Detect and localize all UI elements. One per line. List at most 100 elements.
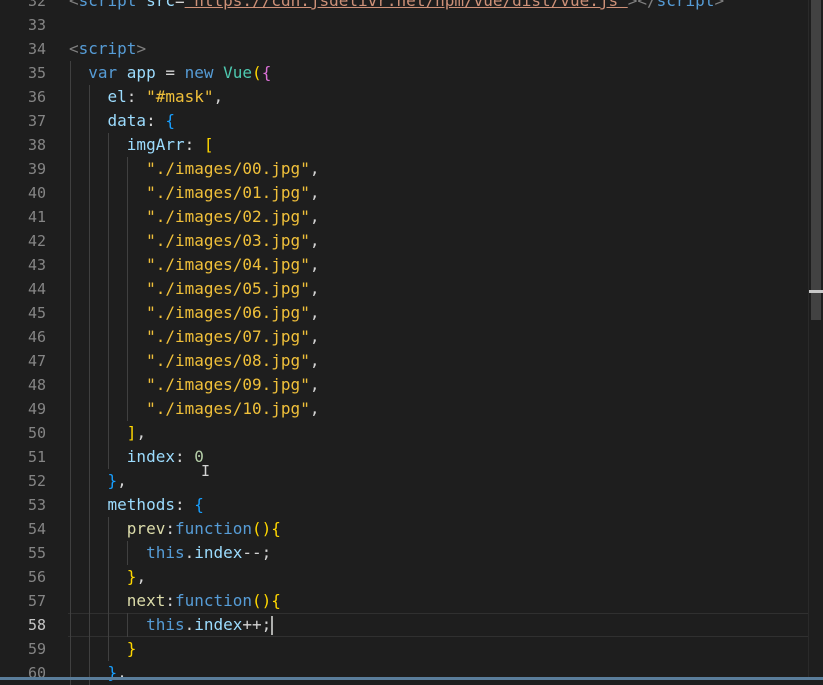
code-token: }	[69, 639, 137, 658]
code-line[interactable]: 39 "./images/00.jpg",	[0, 157, 816, 181]
code-line[interactable]: 44 "./images/05.jpg",	[0, 277, 816, 301]
code-line[interactable]: 47 "./images/08.jpg",	[0, 349, 816, 373]
code-line[interactable]: 45 "./images/06.jpg",	[0, 301, 816, 325]
code-token: {	[271, 519, 281, 538]
code-token: >	[714, 0, 725, 10]
scrollbar-thumb[interactable]	[811, 0, 821, 320]
code-text: "./images/00.jpg",	[69, 157, 319, 181]
code-line[interactable]: 58 this.index++;	[0, 613, 816, 637]
code-line[interactable]: 54 prev:function(){	[0, 517, 816, 541]
line-number: 43	[27, 256, 46, 274]
code-token: ,	[136, 567, 147, 586]
code-text: }	[69, 637, 137, 661]
code-token: (	[252, 63, 262, 82]
code-line[interactable]: 32 <script src="https://cdn.jsdelivr.net/…	[0, 0, 816, 13]
code-token: :	[174, 495, 195, 514]
code-token: "./images/09.jpg"	[69, 375, 310, 394]
code-token: --;	[242, 543, 272, 562]
code-line[interactable]: 55 this.index--;	[0, 541, 816, 565]
line-number: 58	[27, 616, 46, 634]
code-token: "https://cdn.jsdelivr.net/npm/vue/dist/v…	[184, 0, 628, 10]
code-text: "./images/04.jpg",	[69, 253, 319, 277]
code-line[interactable]: 35 var app = new Vue({	[0, 61, 816, 85]
line-number: 54	[27, 520, 46, 538]
code-line[interactable]: 53 methods: {	[0, 493, 816, 517]
code-token: <	[69, 39, 79, 58]
code-token: [	[203, 135, 214, 154]
code-line[interactable]: 49 "./images/10.jpg",	[0, 397, 816, 421]
code-token: >	[136, 39, 147, 58]
code-text: "./images/07.jpg",	[69, 325, 319, 349]
caret	[271, 616, 274, 635]
line-number: 42	[27, 232, 46, 250]
code-token: .	[184, 615, 195, 634]
code-token: <	[69, 0, 79, 10]
code-text: methods: {	[69, 493, 204, 517]
code-token: :	[165, 591, 175, 610]
code-token: this	[69, 615, 185, 634]
line-number: 48	[27, 376, 46, 394]
code-line[interactable]: 34 <script>	[0, 37, 816, 61]
code-token: script	[78, 0, 137, 10]
code-token: ,	[309, 399, 320, 418]
code-token: "./images/01.jpg"	[69, 183, 310, 202]
code-token: prev	[69, 519, 166, 538]
code-line[interactable]: 40 "./images/01.jpg",	[0, 181, 816, 205]
line-number: 51	[27, 448, 46, 466]
code-token: :	[174, 447, 195, 466]
code-text: },	[69, 469, 127, 493]
code-line[interactable]: 41 "./images/02.jpg",	[0, 205, 816, 229]
code-token: app	[126, 63, 156, 82]
code-token: ()	[252, 519, 272, 538]
code-line[interactable]: 48 "./images/09.jpg",	[0, 373, 816, 397]
code-token: "./images/03.jpg"	[69, 231, 310, 250]
code-text: el: "#mask",	[69, 85, 224, 109]
code-token: :	[165, 519, 175, 538]
line-number: 35	[27, 64, 46, 82]
code-line[interactable]: 52 },	[0, 469, 816, 493]
code-token: ,	[117, 471, 127, 490]
code-text: },	[69, 565, 146, 589]
code-token: "./images/02.jpg"	[69, 207, 310, 226]
code-text: <script src="https://cdn.jsdelivr.net/np…	[69, 0, 724, 13]
code-line[interactable]: 37 data: {	[0, 109, 816, 133]
code-token: ,	[309, 183, 320, 202]
code-line[interactable]: 51 index: 0	[0, 445, 816, 469]
code-line[interactable]: 46 "./images/07.jpg",	[0, 325, 816, 349]
line-number: 39	[27, 160, 46, 178]
code-text: "./images/03.jpg",	[69, 229, 319, 253]
code-token: :	[126, 87, 147, 106]
code-text: "./images/10.jpg",	[69, 397, 319, 421]
code-text: "./images/09.jpg",	[69, 373, 319, 397]
code-line[interactable]: 43 "./images/04.jpg",	[0, 253, 816, 277]
line-number: 41	[27, 208, 46, 226]
code-token: ,	[309, 303, 320, 322]
code-line[interactable]: 60 },	[0, 661, 816, 685]
code-token: =	[155, 63, 185, 82]
code-line[interactable]: 59 }	[0, 637, 816, 661]
code-token: {	[194, 495, 204, 514]
code-line[interactable]: 36 el: "#mask",	[0, 85, 816, 109]
code-editor[interactable]: 32 <script src="https://cdn.jsdelivr.net/…	[0, 0, 823, 685]
code-token: methods	[69, 495, 175, 514]
code-token: ,	[309, 279, 320, 298]
code-line[interactable]: 56 },	[0, 565, 816, 589]
code-line[interactable]: 42 "./images/03.jpg",	[0, 229, 816, 253]
code-line[interactable]: 33	[0, 13, 816, 37]
code-text: data: {	[69, 109, 175, 133]
code-token: "./images/10.jpg"	[69, 399, 310, 418]
code-text: },	[69, 661, 127, 685]
code-token: imgArr	[69, 135, 185, 154]
code-token: "./images/07.jpg"	[69, 327, 310, 346]
code-line[interactable]: 50 ],	[0, 421, 816, 445]
scrollbar-cursor-marker	[809, 290, 823, 293]
code-line[interactable]: 38 imgArr: [	[0, 133, 816, 157]
code-token: :	[146, 111, 166, 130]
code-line[interactable]: 57 next:function(){	[0, 589, 816, 613]
line-number: 53	[27, 496, 46, 514]
code-token: "./images/08.jpg"	[69, 351, 310, 370]
code-token: "./images/04.jpg"	[69, 255, 310, 274]
code-text: next:function(){	[69, 589, 281, 613]
line-number: 57	[27, 592, 46, 610]
vertical-scrollbar[interactable]	[808, 0, 823, 680]
